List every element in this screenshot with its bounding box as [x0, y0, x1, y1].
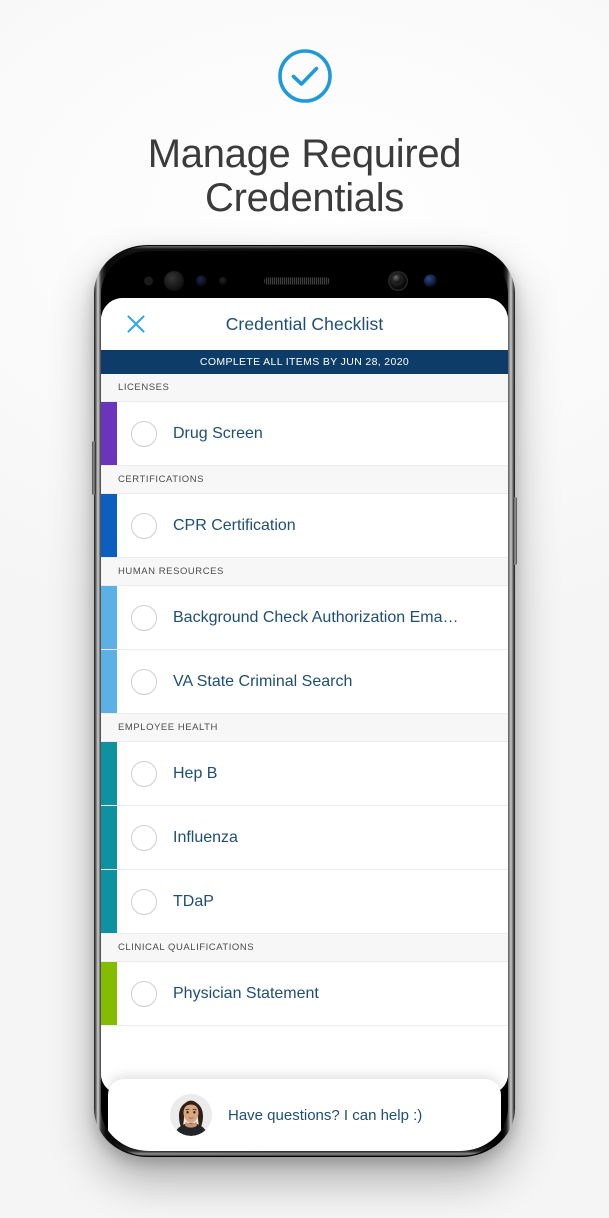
credential-label: Physician Statement — [173, 984, 319, 1002]
category-accent-bar — [101, 402, 117, 465]
category-accent-bar — [101, 742, 117, 805]
page-title-line-2: Credentials — [204, 176, 405, 220]
phone-screen-area: Credential Checklist COMPLETE ALL ITEMS … — [101, 251, 508, 1151]
ambient-light-sensor-icon — [218, 277, 227, 285]
section-header: CLINICAL QUALIFICATIONS — [101, 934, 508, 962]
category-accent-bar — [101, 870, 117, 933]
agent-avatar — [170, 1094, 212, 1136]
credential-row[interactable]: Hep B — [101, 742, 508, 806]
hero-section: Manage Required Credentials — [0, 0, 609, 236]
section-header: HUMAN RESOURCES — [101, 558, 508, 586]
chat-message: Have questions? I can help :) — [228, 1106, 423, 1124]
credential-checkbox[interactable] — [131, 512, 157, 539]
credential-label: VA State Criminal Search — [173, 672, 353, 690]
credential-checkbox[interactable] — [131, 824, 157, 851]
credential-checkbox[interactable] — [131, 760, 157, 787]
category-accent-bar — [101, 586, 117, 649]
credential-label: TDaP — [173, 892, 214, 910]
section-header: EMPLOYEE HEALTH — [101, 714, 508, 742]
phone-sensor-strip — [101, 267, 508, 295]
ir-sensor-icon — [143, 276, 153, 286]
phone-mockup: Credential Checklist COMPLETE ALL ITEMS … — [92, 245, 517, 1157]
front-camera-icon — [387, 271, 408, 291]
section-header: LICENSES — [101, 374, 508, 402]
proximity-sensor-icon — [195, 275, 207, 287]
credential-row[interactable]: CPR Certification — [101, 494, 508, 558]
credential-checkbox[interactable] — [131, 604, 157, 631]
page-title-line-1: Manage Required — [147, 132, 462, 176]
credential-checkbox[interactable] — [131, 888, 157, 915]
credential-label: CPR Certification — [173, 516, 296, 534]
check-circle-icon — [277, 49, 332, 103]
app-screen: Credential Checklist COMPLETE ALL ITEMS … — [101, 298, 508, 1094]
credential-row[interactable]: VA State Criminal Search — [101, 650, 508, 714]
credential-label: Drug Screen — [173, 424, 263, 442]
credential-checkbox[interactable] — [131, 668, 157, 695]
credential-checkbox[interactable] — [131, 980, 157, 1007]
credential-row[interactable]: TDaP — [101, 870, 508, 934]
section-header: CERTIFICATIONS — [101, 466, 508, 494]
page-title: Manage Required Credentials — [65, 132, 545, 220]
credential-row[interactable]: Physician Statement — [101, 962, 508, 1026]
credential-label: Hep B — [173, 764, 218, 782]
app-header: Credential Checklist — [101, 298, 508, 350]
credential-row[interactable]: Background Check Authorization Ema… — [101, 586, 508, 650]
due-date-banner: COMPLETE ALL ITEMS BY JUN 28, 2020 — [101, 350, 508, 374]
credential-row[interactable]: Influenza — [101, 806, 508, 870]
category-accent-bar — [101, 962, 117, 1025]
iris-scanner-icon — [423, 274, 437, 288]
credential-list[interactable]: LICENSES Drug Screen CERTIFICATIONS CPR Cer… — [101, 374, 508, 1094]
close-icon[interactable] — [121, 309, 151, 339]
credential-row[interactable]: Drug Screen — [101, 402, 508, 466]
earpiece-speaker-icon — [263, 277, 330, 285]
credential-checkbox[interactable] — [131, 420, 157, 447]
power-button[interactable] — [513, 497, 517, 565]
face-sensor-icon — [163, 271, 184, 291]
volume-button[interactable] — [92, 441, 96, 495]
credential-label: Background Check Authorization Ema… — [173, 608, 459, 626]
chat-widget[interactable]: Have questions? I can help :) — [108, 1079, 501, 1151]
category-accent-bar — [101, 650, 117, 713]
category-accent-bar — [101, 494, 117, 557]
app-title: Credential Checklist — [225, 313, 384, 334]
category-accent-bar — [101, 806, 117, 869]
credential-label: Influenza — [173, 828, 238, 846]
